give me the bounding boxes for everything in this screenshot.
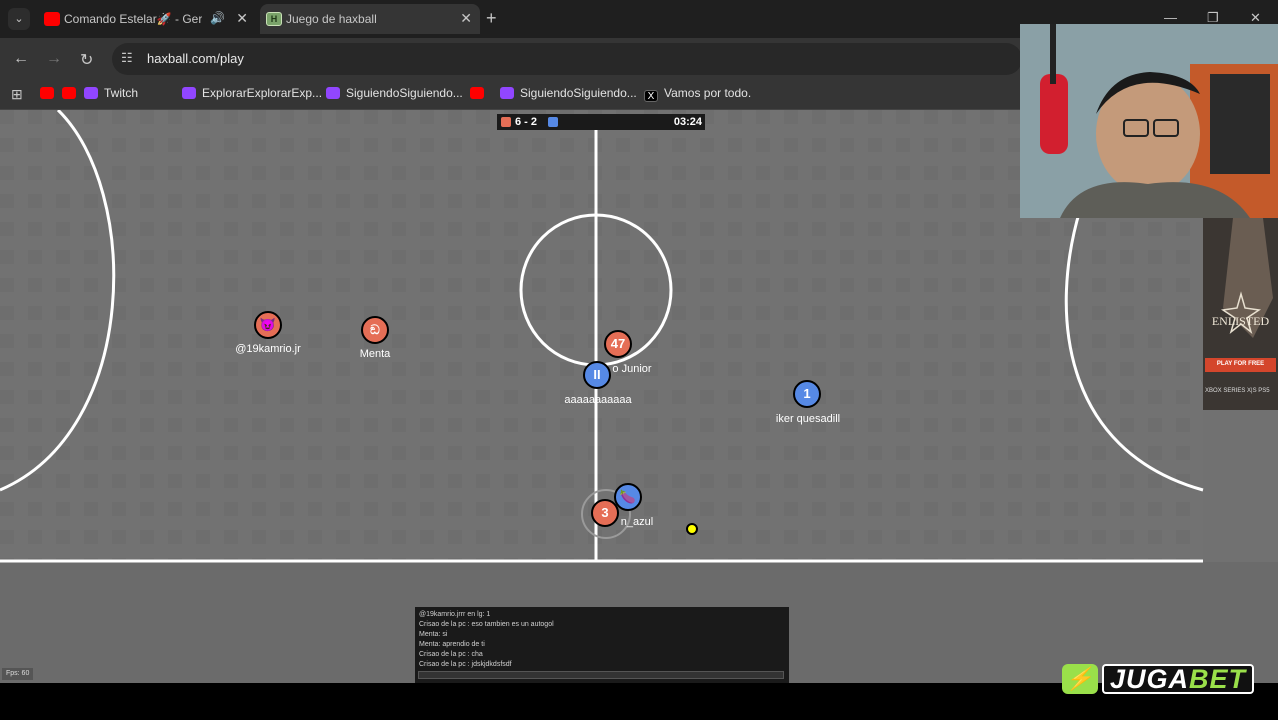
logo-text: JUGABET: [1102, 664, 1255, 694]
new-tab-button[interactable]: +: [486, 8, 497, 29]
back-icon[interactable]: ←: [13, 50, 29, 68]
youtube-icon: [470, 87, 484, 99]
tab-title: Comando Estelar🚀 - Germ: [64, 12, 202, 26]
tab-title: Juego de haxball: [286, 12, 377, 26]
bookmark-siguiendo-1[interactable]: SiguiendoSiguiendo...: [326, 86, 463, 104]
chat-line: @19kamrio.jrrr en lg: 1: [419, 611, 491, 618]
tab-search-chevron-icon[interactable]: ⌄: [8, 8, 30, 30]
lightning-bolt-icon: ⚡: [1062, 664, 1098, 694]
streamer-image: [1020, 24, 1278, 218]
tab-comando-estelar[interactable]: Comando Estelar🚀 - Germ 🔊 ✕: [38, 4, 256, 34]
ad-platforms: XBOX SERIES X|S PS5: [1205, 388, 1270, 394]
apps-grid-icon[interactable]: ⊞: [11, 86, 23, 103]
player-name: n_azul: [620, 516, 654, 528]
twitch-icon: [182, 87, 196, 99]
player-red-menta: ඞ: [361, 316, 389, 344]
webcam-overlay: [1020, 24, 1278, 218]
chat-line: Menta: aprendio de ti: [419, 641, 485, 648]
url-text[interactable]: haxball.com/play: [147, 51, 244, 66]
bookmark-youtube-3[interactable]: [470, 86, 490, 104]
chat-line: Crisao de la pc : cha: [419, 651, 483, 658]
player-red-kamrio: 😈: [254, 311, 282, 339]
jugabet-logo: ⚡ JUGABET: [1062, 662, 1258, 696]
ball: [686, 523, 698, 535]
reload-icon[interactable]: ↻: [80, 50, 93, 70]
player-red-47: 47: [604, 330, 632, 358]
player-name: Menta: [359, 348, 391, 360]
x-icon: X: [644, 90, 658, 102]
score-text: 6 - 2: [515, 116, 538, 128]
bookmark-vamos-por-todo[interactable]: X Vamos por todo.: [644, 86, 751, 104]
close-tab-icon[interactable]: ✕: [236, 10, 248, 27]
scoreboard: 6 - 2 03:24: [497, 114, 705, 130]
player-blue-azul: 🍆: [614, 483, 642, 511]
bookmark-youtube-1[interactable]: [40, 86, 60, 104]
match-timer: 03:24: [673, 116, 702, 128]
player-red-3: 3: [591, 499, 619, 527]
twitch-icon: [326, 87, 340, 99]
site-info-icon[interactable]: ☷: [121, 50, 133, 66]
twitch-icon: [84, 87, 98, 99]
close-tab-icon[interactable]: ✕: [460, 10, 472, 27]
bookmark-twitch[interactable]: Twitch: [84, 86, 138, 104]
player-blue-aaaa: II: [583, 361, 611, 389]
youtube-icon: [40, 87, 54, 99]
player-name: @19kamrio.jr: [235, 343, 301, 355]
player-blue-iker: 1: [793, 380, 821, 408]
player-name: aaaaaaaaaaa: [564, 394, 632, 406]
speaker-icon[interactable]: 🔊: [210, 11, 225, 25]
haxball-icon: H: [266, 12, 282, 26]
chat-line: Crisao de la pc : jdskjdkdsfsdf: [419, 661, 512, 668]
youtube-icon: [44, 12, 60, 26]
minimize-icon[interactable]: —: [1164, 10, 1177, 25]
bookmark-siguiendo-2[interactable]: SiguiendoSiguiendo...: [500, 86, 637, 104]
youtube-icon: [62, 87, 76, 99]
chat-input[interactable]: [418, 671, 784, 679]
bookmark-explorar[interactable]: ExplorarExplorarExp...: [182, 86, 322, 104]
chat-line: Crisao de la pc : eso tambien es un auto…: [419, 621, 554, 628]
enlisted-ad[interactable]: ENLISTED PLAY FOR FREE XBOX SERIES X|S P…: [1203, 218, 1278, 410]
forward-icon[interactable]: →: [46, 50, 62, 68]
red-team-swatch: [501, 117, 511, 127]
player-name: o Junior: [612, 363, 652, 375]
bookmark-youtube-2[interactable]: [62, 86, 82, 104]
address-bar[interactable]: ☷ haxball.com/play: [112, 43, 1022, 75]
player-name: iker quesadill: [775, 413, 841, 425]
ad-brand: ENLISTED: [1211, 314, 1270, 328]
blue-team-swatch: [548, 117, 558, 127]
tab-juego-de-haxball[interactable]: H Juego de haxball ✕: [260, 4, 480, 34]
ad-cta-button[interactable]: PLAY FOR FREE: [1203, 361, 1278, 367]
fps-counter: Fps: 60: [2, 668, 34, 680]
chat-line: Menta: si: [419, 631, 448, 638]
twitch-icon: [500, 87, 514, 99]
